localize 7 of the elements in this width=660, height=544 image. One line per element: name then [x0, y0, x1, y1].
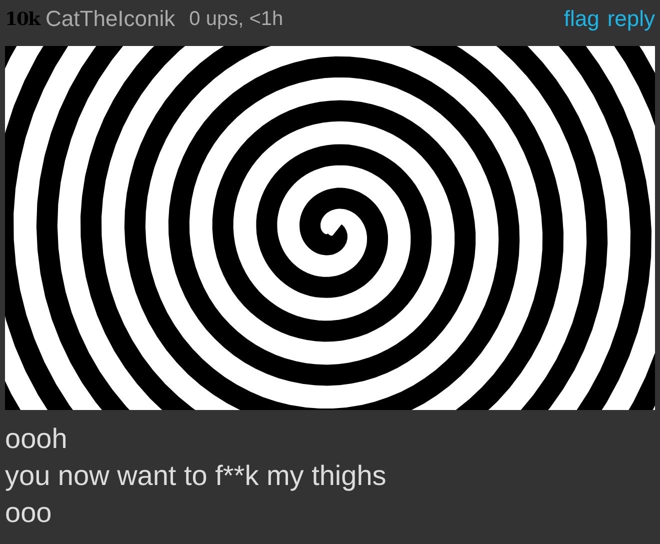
action-link[interactable]: reply: [607, 6, 655, 32]
comment-meta: 0 ups, <1h: [189, 8, 284, 30]
comment-text: ooo: [5, 496, 53, 530]
action-link[interactable]: flag: [564, 6, 600, 32]
username-link[interactable]: CatTheIconik: [46, 6, 176, 32]
comment-text: oooh: [5, 422, 68, 456]
comment-text: you now want to f**k my thighs: [5, 459, 388, 493]
